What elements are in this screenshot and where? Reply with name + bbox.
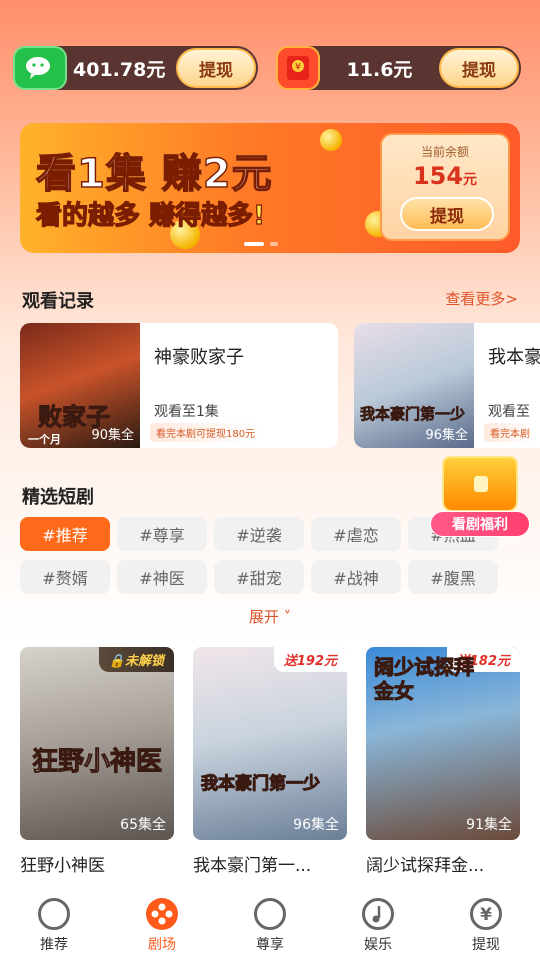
diamond-icon bbox=[254, 898, 286, 930]
history-item[interactable]: 败家子 一个月 90集全 神豪败家子 观看至1集 看完本剧可提现180元 bbox=[20, 323, 338, 448]
reward-badge: 送192元 bbox=[273, 647, 347, 672]
drama-card[interactable]: 送192元 我本豪门第一少 96集全 bbox=[193, 647, 347, 840]
tag-chip-sweet[interactable]: #甜宠 bbox=[214, 560, 304, 594]
expand-tags-button[interactable]: 展开 ˅ bbox=[0, 606, 540, 627]
balance-card: 当前余额 154元 提现 bbox=[380, 133, 510, 241]
drama-card-title[interactable]: 我本豪门第一... bbox=[193, 851, 311, 876]
history-item-title: 神豪败家子 bbox=[154, 347, 244, 368]
history-item-progress: 观看至 bbox=[488, 404, 530, 420]
tab-recommend[interactable]: 推荐 bbox=[0, 888, 108, 960]
banner-withdraw-button[interactable]: 提现 bbox=[400, 197, 494, 231]
balance-value: 154元 bbox=[412, 162, 478, 190]
lock-icon: 🔒 bbox=[108, 654, 125, 669]
episode-count: 90集全 bbox=[91, 428, 134, 443]
history-item-reward-tip: 看完本剧可提现180元 bbox=[150, 423, 262, 442]
search-icon bbox=[38, 898, 70, 930]
tag-chip-war-god[interactable]: #战神 bbox=[311, 560, 401, 594]
tab-entertainment[interactable]: 娱乐 bbox=[324, 888, 432, 960]
episode-count: 96集全 bbox=[425, 428, 468, 443]
banner-headline: 看1集 赚2元 bbox=[35, 141, 273, 199]
episode-count: 91集全 bbox=[466, 817, 512, 833]
red-packet-icon: ¥ bbox=[276, 46, 320, 90]
tag-chip-comeback[interactable]: #逆袭 bbox=[214, 517, 304, 551]
tag-chip-scheming[interactable]: #腹黑 bbox=[408, 560, 498, 594]
svg-text:¥: ¥ bbox=[480, 905, 492, 925]
wechat-balance-amount: 401.78元 bbox=[73, 58, 166, 81]
episode-count: 65集全 bbox=[120, 817, 166, 833]
welfare-button[interactable]: 看剧福利 bbox=[430, 511, 530, 537]
drama-card-title[interactable]: 阔少试探拜金... bbox=[366, 851, 484, 876]
film-reel-icon bbox=[146, 898, 178, 930]
banner-subline: 看的越多 赚得越多! bbox=[35, 200, 265, 231]
banner-pagination bbox=[244, 242, 278, 246]
drama-card-title[interactable]: 狂野小神医 bbox=[20, 851, 105, 876]
history-item-reward-tip: 看完本剧 bbox=[484, 423, 536, 442]
featured-section-title: 精选短剧 bbox=[22, 487, 94, 508]
wechat-withdraw-button[interactable]: 提现 bbox=[176, 48, 256, 88]
redpacket-withdraw-button[interactable]: 提现 bbox=[439, 48, 519, 88]
drama-poster: 我本豪门第一少 96集全 bbox=[354, 323, 474, 448]
treasure-chest-icon[interactable] bbox=[442, 456, 518, 512]
svg-text:¥: ¥ bbox=[295, 63, 301, 73]
bottom-tab-bar: 推荐 剧场 尊享 娱乐 ¥ 提现 bbox=[0, 888, 540, 960]
tab-withdraw[interactable]: ¥ 提现 bbox=[432, 888, 540, 960]
promo-banner[interactable]: 看1集 赚2元 看的越多 赚得越多! 当前余额 154元 提现 bbox=[20, 123, 520, 253]
tab-vip[interactable]: 尊享 bbox=[216, 888, 324, 960]
history-more-link[interactable]: 查看更多> bbox=[445, 288, 518, 309]
tag-chip-son-in-law[interactable]: #赘婿 bbox=[20, 560, 110, 594]
coin-decoration bbox=[320, 129, 342, 151]
drama-card[interactable]: 送182元 阔少试探拜金女 91集全 bbox=[366, 647, 520, 840]
balance-label: 当前余额 bbox=[420, 145, 469, 159]
yen-icon: ¥ bbox=[470, 898, 502, 930]
redpacket-balance-amount: 11.6元 bbox=[346, 58, 413, 81]
tag-chip-romance[interactable]: #虐恋 bbox=[311, 517, 401, 551]
chevron-down-icon: ˅ bbox=[278, 608, 292, 626]
locked-badge: 🔒未解锁 bbox=[98, 647, 174, 672]
wechat-balance-pill: 401.78元 提现 bbox=[13, 46, 258, 90]
redpacket-balance-pill: ¥ 11.6元 提现 bbox=[276, 46, 521, 90]
music-note-icon bbox=[362, 898, 394, 930]
wechat-icon bbox=[13, 46, 67, 90]
tag-chip-doctor[interactable]: #神医 bbox=[117, 560, 207, 594]
tab-theater[interactable]: 剧场 bbox=[108, 888, 216, 960]
episode-count: 96集全 bbox=[293, 817, 339, 833]
history-item[interactable]: 我本豪门第一少 96集全 我本豪 观看至 看完本剧 bbox=[354, 323, 540, 448]
history-item-progress: 观看至1集 bbox=[154, 404, 219, 420]
drama-card[interactable]: 🔒未解锁 狂野小神医 65集全 bbox=[20, 647, 174, 840]
history-section-title: 观看记录 bbox=[22, 291, 94, 312]
history-item-title: 我本豪 bbox=[488, 347, 540, 368]
tag-chip-vip[interactable]: #尊享 bbox=[117, 517, 207, 551]
drama-poster: 败家子 一个月 90集全 bbox=[20, 323, 140, 448]
tag-chip-recommend[interactable]: #推荐 bbox=[20, 517, 110, 551]
